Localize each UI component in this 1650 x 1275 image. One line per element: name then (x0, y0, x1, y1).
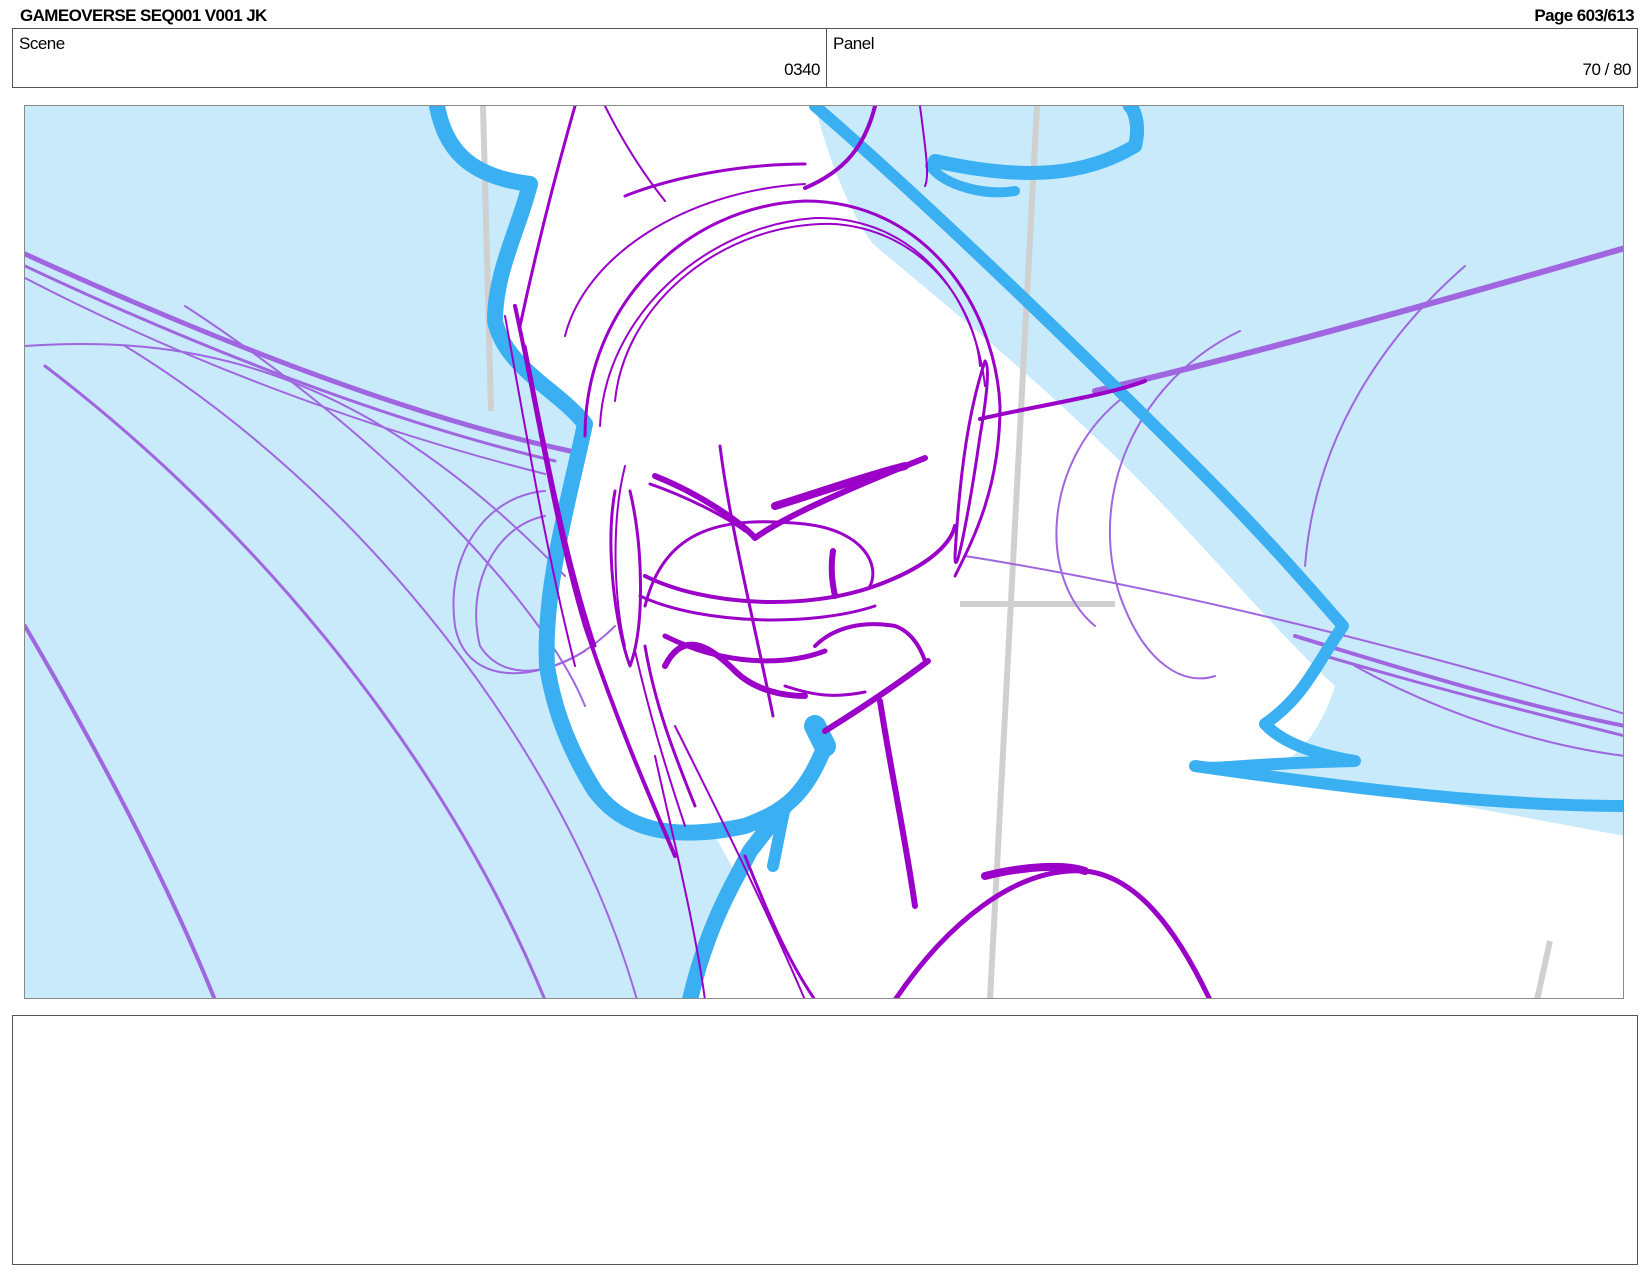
scene-number: 0340 (784, 60, 820, 79)
page-number: Page 603/613 (1534, 6, 1634, 25)
scene-cell: Scene 0340 (13, 29, 827, 87)
document-header: GAMEOVERSE SEQ001 V001 JK Page 603/613 (20, 6, 1635, 26)
panel-cell: Panel 70 / 80 (827, 29, 1637, 87)
panel-number: 70 / 80 (1582, 60, 1632, 79)
document-title: GAMEOVERSE SEQ001 V001 JK (20, 6, 267, 25)
scene-panel-info: Scene 0340 Panel 70 / 80 (12, 28, 1638, 88)
panel-notes-area (12, 1015, 1638, 1265)
sketch-drawing-icon (25, 106, 1623, 998)
panel-label: Panel (833, 34, 874, 53)
scene-label: Scene (19, 34, 65, 53)
storyboard-frame (24, 105, 1624, 999)
